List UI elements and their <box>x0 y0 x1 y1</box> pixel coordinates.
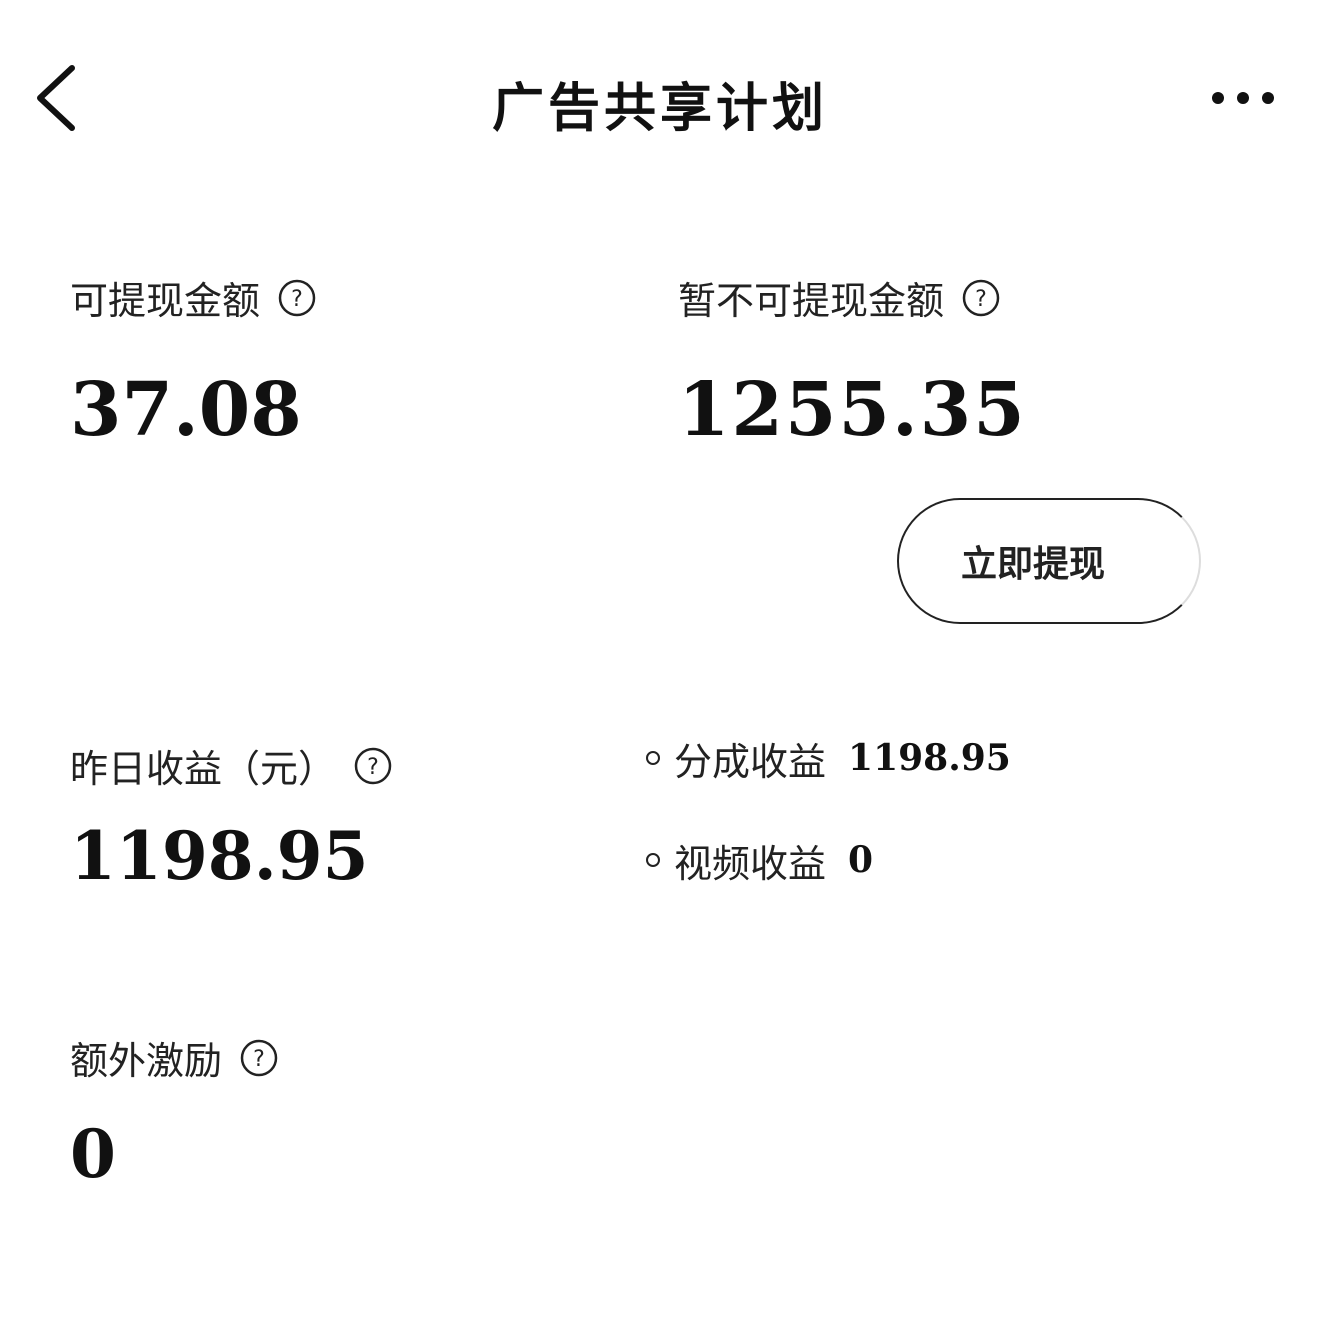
pending-label-row: 暂不可提现金额 ? <box>678 270 1027 325</box>
pending-balance: 暂不可提现金额 ? 1255.35 <box>678 270 1027 447</box>
withdrawable-label: 可提现金额 <box>70 279 261 323</box>
withdraw-now-button[interactable]: 立即提现 <box>897 498 1201 624</box>
question-circle-icon[interactable]: ? <box>240 1039 278 1077</box>
extra-label: 额外激励 <box>70 1039 223 1083</box>
withdrawable-balance: 可提现金额 ? 37.08 <box>70 270 316 447</box>
breakdown-value: 1198.95 <box>848 737 1011 779</box>
bullet-icon <box>646 751 660 765</box>
yesterday-amount: 1198.95 <box>70 817 369 895</box>
svg-text:?: ? <box>253 1047 265 1072</box>
top-nav-bar: 广告共享计划 <box>0 0 1320 200</box>
bullet-icon <box>646 853 660 867</box>
svg-text:?: ? <box>367 755 379 780</box>
breakdown-value: 0 <box>848 839 874 881</box>
svg-text:?: ? <box>975 287 987 312</box>
yesterday-label-row: 昨日收益（元） ? <box>70 738 392 793</box>
svg-text:?: ? <box>291 287 303 312</box>
earnings-breakdown: 分成收益 1198.95 视频收益 0 <box>646 732 1011 936</box>
question-circle-icon[interactable]: ? <box>278 279 316 317</box>
withdrawable-amount: 37.08 <box>70 367 302 453</box>
yesterday-earnings: 昨日收益（元） ? 1198.95 <box>70 738 392 889</box>
list-item: 视频收益 0 <box>646 834 1011 886</box>
extra-amount: 0 <box>70 1115 116 1193</box>
withdrawable-label-row: 可提现金额 ? <box>70 270 316 325</box>
extra-label-row: 额外激励 ? <box>70 1030 278 1085</box>
page-title: 广告共享计划 <box>491 79 828 139</box>
yesterday-label: 昨日收益（元） <box>70 747 337 791</box>
more-options-button[interactable] <box>1200 78 1290 118</box>
extra-incentive: 额外激励 ? 0 <box>70 1030 278 1187</box>
more-horizontal-icon <box>1212 92 1274 104</box>
pending-amount: 1255.35 <box>678 367 1027 453</box>
question-circle-icon[interactable]: ? <box>354 747 392 785</box>
pending-label: 暂不可提现金额 <box>678 279 945 323</box>
breakdown-label: 视频收益 <box>674 841 827 886</box>
breakdown-label: 分成收益 <box>674 739 827 784</box>
question-circle-icon[interactable]: ? <box>962 279 1000 317</box>
list-item: 分成收益 1198.95 <box>646 732 1011 784</box>
